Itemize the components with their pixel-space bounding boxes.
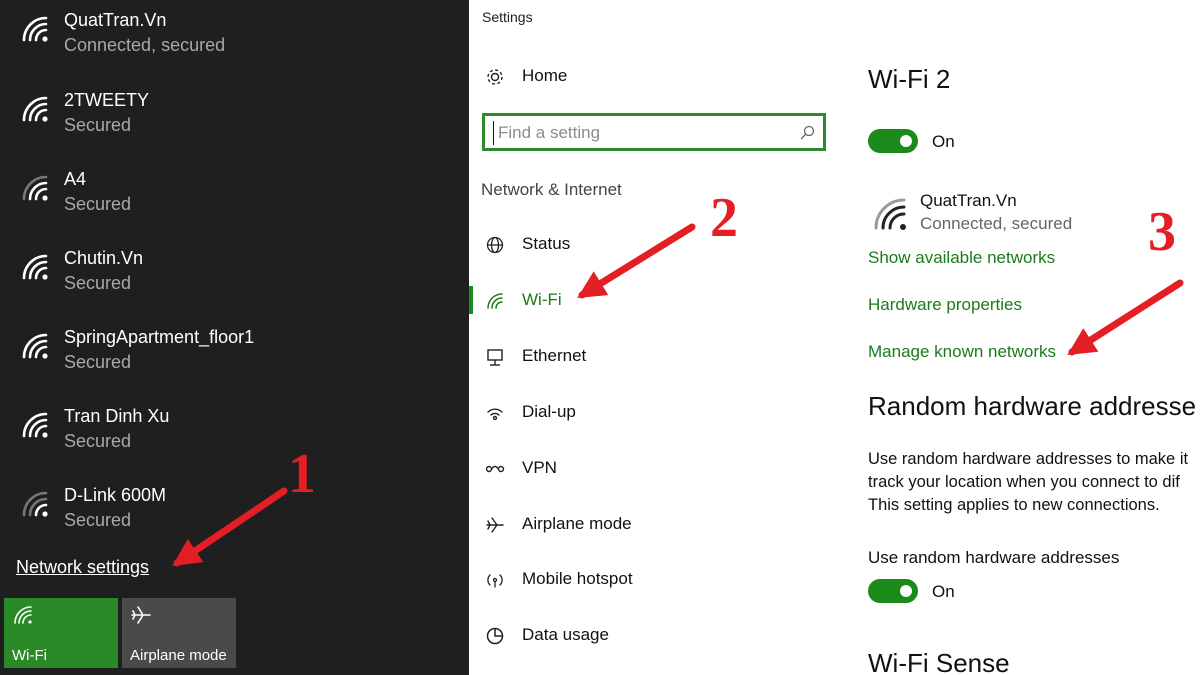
airplane-mode-quick-action-tile[interactable]: Airplane mode [122, 598, 236, 668]
network-name: Tran Dinh Xu [64, 406, 170, 426]
nav-item-mobile-hotspot[interactable]: Mobile hotspot [470, 560, 830, 600]
wifi-quick-action-tile[interactable]: Wi-Fi [4, 598, 118, 668]
network-name: QuatTran.Vn [64, 10, 167, 30]
network-name: A4 [64, 169, 87, 189]
network-item-quattran[interactable]: QuatTran.Vn Connected, secured [0, 0, 469, 78]
wifi-icon [22, 16, 48, 42]
hardware-properties-link[interactable]: Hardware properties [868, 295, 1022, 315]
annotation-arrow-3 [1067, 279, 1184, 356]
random-hardware-toggle-label: Use random hardware addresses [868, 548, 1120, 567]
network-item-trandinhxu[interactable]: Tran Dinh Xu Secured [0, 396, 469, 474]
nav-item-dialup[interactable]: Dial-up [470, 393, 830, 433]
nav-label: Airplane mode [522, 514, 632, 533]
nav-item-airplane-mode[interactable]: Airplane mode [470, 505, 830, 545]
nav-item-vpn[interactable]: VPN [470, 449, 830, 489]
network-item-chutin[interactable]: Chutin.Vn Secured [0, 238, 469, 316]
nav-section-label: Network & Internet [481, 180, 622, 199]
tile-label: Airplane mode [130, 647, 227, 664]
current-network-status: Connected, secured [920, 214, 1073, 233]
toggle-knob [900, 135, 912, 147]
nav-label: Dial-up [522, 402, 576, 421]
data-usage-icon [486, 627, 504, 645]
page-title: Wi-Fi 2 [868, 64, 951, 94]
wifi-icon [487, 293, 503, 309]
nav-label: VPN [522, 458, 557, 477]
search-input[interactable] [493, 121, 783, 145]
network-name: D-Link 600M [64, 485, 167, 505]
wifi-icon [22, 96, 48, 122]
globe-icon [486, 236, 504, 254]
nav-item-ethernet[interactable]: Ethernet [470, 337, 830, 377]
network-item-2tweety[interactable]: 2TWEETY Secured [0, 80, 469, 158]
nav-label: Mobile hotspot [522, 569, 633, 588]
network-status: Secured [64, 194, 132, 214]
tile-label: Wi-Fi [12, 647, 47, 664]
show-available-networks-link[interactable]: Show available networks [868, 248, 1055, 268]
network-name: Chutin.Vn [64, 248, 144, 268]
current-network-name: QuatTran.Vn [920, 191, 1017, 210]
random-hardware-toggle[interactable] [868, 579, 918, 603]
toggle-knob [900, 585, 912, 597]
nav-item-status[interactable]: Status [470, 225, 830, 265]
hotspot-icon [487, 574, 503, 588]
nav-home[interactable]: Home [470, 57, 830, 97]
network-status: Secured [64, 431, 132, 451]
description-line: This setting applies to new connections. [868, 496, 1160, 514]
network-status: Secured [64, 115, 132, 135]
gear-icon [487, 69, 503, 85]
network-status: Secured [64, 352, 132, 372]
wifi-icon [874, 198, 906, 230]
nav-item-wifi[interactable]: Wi-Fi [470, 281, 830, 321]
network-settings-link[interactable]: Network settings [16, 557, 149, 578]
random-hardware-toggle-state: On [932, 582, 955, 601]
wifi-icon [22, 412, 48, 438]
wifi-sense-heading: Wi-Fi Sense [868, 648, 1010, 675]
nav-label: Ethernet [522, 346, 587, 365]
dialup-icon [487, 408, 503, 421]
wifi-toggle-state: On [932, 132, 955, 151]
wifi-icon [22, 175, 48, 201]
manage-known-networks-link[interactable]: Manage known networks [868, 342, 1056, 362]
airplane-icon [486, 517, 504, 533]
wifi-icon [22, 491, 48, 517]
wifi-icon [14, 606, 32, 624]
search-icon [800, 125, 815, 140]
network-item-dlink[interactable]: D-Link 600M Secured [0, 475, 469, 553]
description-line: track your location when you connect to … [868, 473, 1180, 491]
random-hardware-heading: Random hardware addresse [868, 391, 1197, 421]
airplane-icon [131, 606, 151, 624]
nav-item-data-usage[interactable]: Data usage [470, 616, 830, 656]
network-status: Secured [64, 510, 132, 530]
description-line: Use random hardware addresses to make it [868, 450, 1189, 468]
search-box[interactable] [482, 113, 826, 151]
network-item-a4[interactable]: A4 Secured [0, 159, 469, 237]
network-flyout: QuatTran.Vn Connected, secured 2TWEETY S… [0, 0, 469, 675]
wifi-icon [22, 333, 48, 359]
network-name: SpringApartment_floor1 [64, 327, 255, 347]
network-name: 2TWEETY [64, 90, 150, 110]
ethernet-icon [487, 349, 503, 366]
wifi-toggle[interactable] [868, 129, 918, 153]
annotation-number-3: 3 [1148, 201, 1176, 263]
nav-label: Wi-Fi [522, 290, 562, 309]
nav-label: Status [522, 234, 571, 253]
vpn-icon [485, 465, 505, 473]
network-status: Connected, secured [64, 35, 226, 55]
network-item-springapartment[interactable]: SpringApartment_floor1 Secured [0, 317, 469, 395]
nav-label: Home [522, 66, 568, 85]
wifi-icon [22, 254, 48, 280]
network-status: Secured [64, 273, 132, 293]
nav-label: Data usage [522, 625, 609, 644]
window-title: Settings [482, 9, 533, 25]
